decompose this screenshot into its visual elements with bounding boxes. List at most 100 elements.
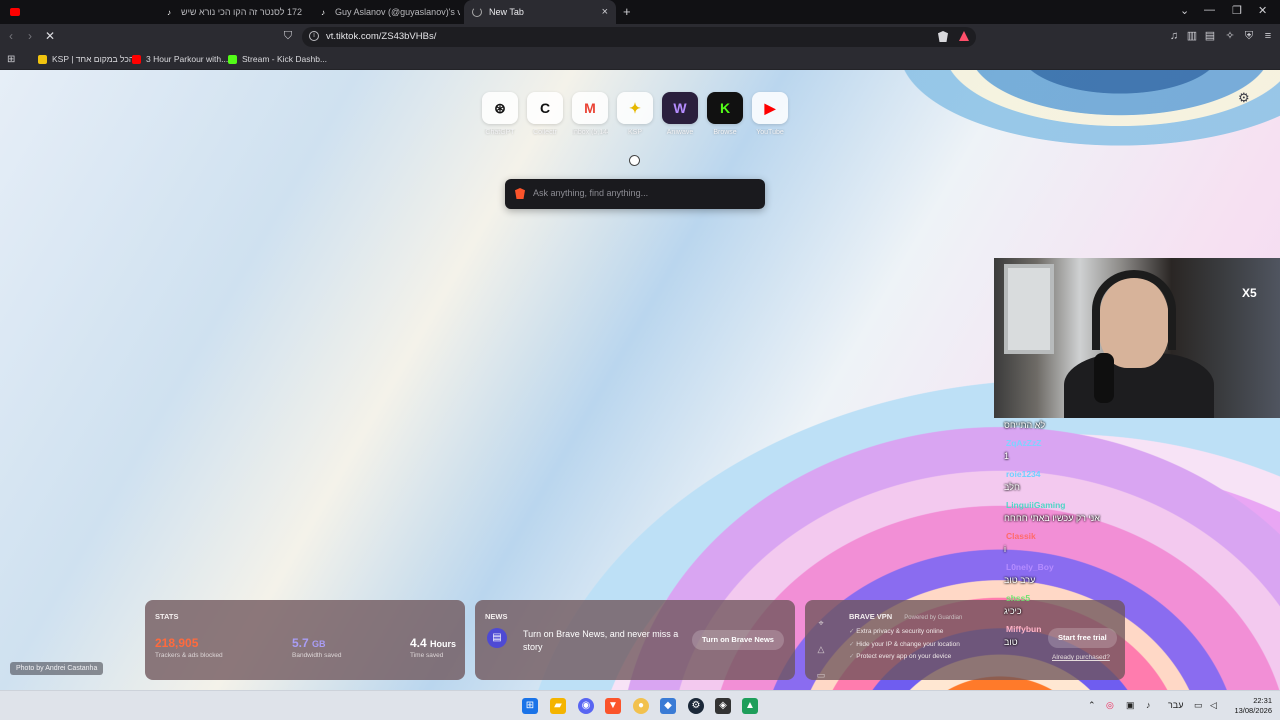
wallet-icon[interactable]: ▤ [1204, 30, 1216, 42]
stat-trackers: 218,905 Trackers & ads blocked [155, 636, 223, 659]
stats-card: STATS 218,905 Trackers & ads blocked 5.7… [145, 600, 465, 680]
news-title: NEWS [485, 612, 508, 621]
youtube-icon [132, 54, 141, 64]
stat-value: 4.4 [410, 636, 427, 650]
stop-loading-icon[interactable]: ✕ [45, 29, 55, 43]
top-site-kick[interactable]: K Browse [707, 92, 743, 136]
bookmark-parkour[interactable]: 3 Hour Parkour with... [132, 54, 228, 64]
clock[interactable]: 22:31 13/08/2026 [1226, 696, 1272, 716]
chat-username: Miffybun [1006, 624, 1042, 634]
tab-new-tab[interactable]: New Tab × [464, 0, 616, 24]
clock-time: 22:31 [1253, 696, 1272, 705]
stat-label: Trackers & ads blocked [155, 652, 223, 659]
bookmark-ksp[interactable]: KSP | הכל במקום אחד [38, 54, 134, 64]
file-explorer-icon[interactable]: ▰ [550, 698, 566, 714]
tiktok-icon: ♪ [321, 7, 325, 17]
forward-icon[interactable]: › [28, 29, 32, 43]
site-info-icon[interactable]: i [309, 31, 319, 41]
bookmark-icon[interactable]: ⛉ [282, 30, 294, 42]
customize-gear-icon[interactable]: ⚙ [1238, 90, 1250, 106]
vpn-icon[interactable]: ⛨ [1243, 30, 1255, 42]
address-bar[interactable]: i vt.tiktok.com/ZS43bVHBs/ [302, 27, 976, 47]
obs-icon[interactable]: ◈ [715, 698, 731, 714]
volume-icon[interactable]: ◁ [1210, 700, 1217, 711]
brave-rewards-icon[interactable] [959, 31, 969, 41]
close-tab-icon[interactable]: × [602, 6, 608, 18]
chrome-icon[interactable]: ● [633, 698, 649, 714]
new-tab-button[interactable]: + [623, 4, 631, 19]
ksp-icon: ✦ [617, 92, 653, 124]
top-site-gmail[interactable]: M Inbox (5,144) [572, 92, 608, 136]
shield-icon: △ [817, 644, 825, 654]
webcam-window [1004, 264, 1054, 354]
ksp-icon [38, 54, 47, 64]
top-site-label: Aniwave [666, 129, 694, 136]
news-promo-text: Turn on Brave News, and never miss a sto… [523, 629, 679, 652]
vpn-features: Extra privacy & security online Hide you… [849, 626, 960, 664]
language-indicator[interactable]: עבר [1168, 700, 1183, 710]
media-icon[interactable]: ♫ [1168, 30, 1180, 42]
vpn-feature: Extra privacy & security online [849, 626, 960, 639]
steam-icon[interactable]: ⚙ [688, 698, 704, 714]
clock-date: 13/08/2026 [1234, 706, 1272, 715]
apps-grid-icon[interactable]: ⊞ [7, 54, 15, 65]
network-icon[interactable]: ▭ [1194, 700, 1203, 711]
search-box[interactable]: Ask anything, find anything... [505, 179, 765, 209]
stat-time: 4.4 Hours Time saved [410, 636, 456, 659]
close-window-icon[interactable]: ✕ [1258, 4, 1267, 17]
mouse-cursor [630, 156, 639, 165]
brave-shields-icon[interactable] [938, 31, 948, 42]
top-site-youtube[interactable]: ▶ YouTube [752, 92, 788, 136]
leo-ai-icon[interactable]: ✧ [1224, 30, 1236, 42]
stat-label: Bandwidth saved [292, 652, 342, 659]
vpn-feature: Hide your IP & change your location [849, 639, 960, 652]
turn-on-news-button[interactable]: Turn on Brave News [692, 630, 784, 650]
stat-unit: GB [312, 639, 326, 649]
youtube-icon: ▶ [752, 92, 788, 124]
chat-username: shss5 [1006, 593, 1031, 603]
maximize-icon[interactable]: ❐ [1232, 4, 1242, 17]
youtube-icon[interactable] [10, 8, 20, 16]
photo-credit[interactable]: Photo by Andrei Castanha [10, 662, 104, 675]
tab-search-icon[interactable]: ⌄ [1180, 4, 1189, 17]
top-site-label: Collectr [533, 129, 557, 136]
top-site-label: KSP [627, 129, 642, 136]
top-site-ksp[interactable]: ✦ KSP [617, 92, 653, 136]
top-site-aniwave[interactable]: W Aniwave [662, 92, 698, 136]
stat-bandwidth: 5.7 GB Bandwidth saved [292, 636, 342, 659]
back-icon[interactable]: ‹ [9, 29, 13, 43]
mic-tray-icon[interactable]: ♪ [1146, 700, 1151, 710]
sidebar-icon[interactable]: ▥ [1186, 30, 1198, 42]
tab-tiktok-2[interactable]: ♪ Guy Aslanov (@guyaslanov)'s videos [314, 0, 460, 24]
tab-label: New Tab [489, 7, 524, 17]
tab-tiktok-1[interactable]: ♪ קו 172 לסנטר זה הקו הכי נורא שיש!! [160, 0, 305, 24]
bookmarks-bar: ⊞ KSP | הכל במקום אחד 3 Hour Parkour wit… [0, 50, 1280, 70]
brave-icon[interactable]: ▼ [605, 698, 621, 714]
kick-icon: K [707, 92, 743, 124]
bookmark-kick[interactable]: Stream - Kick Dashb... [228, 54, 327, 64]
minimize-icon[interactable]: — [1204, 4, 1215, 16]
app-icon[interactable]: ◆ [660, 698, 676, 714]
bookmark-label: Stream - Kick Dashb... [242, 54, 328, 64]
vpn-side-icons: ⌖ △ ▭ [815, 610, 827, 688]
news-card: NEWS ▤ Turn on Brave News, and never mis… [475, 600, 795, 680]
stat-value: 5.7 [292, 636, 309, 650]
discord-icon[interactable]: ◉ [578, 698, 594, 714]
menu-icon[interactable]: ≡ [1262, 30, 1274, 42]
windows-start-icon[interactable]: ⊞ [522, 698, 538, 714]
stream-badge: X5 [1242, 286, 1257, 300]
app-icon[interactable]: ▲ [742, 698, 758, 714]
top-site-collectr[interactable]: C Collectr [527, 92, 563, 136]
brave-logo-icon [515, 188, 525, 199]
location-icon: ⌖ [818, 618, 824, 628]
collectr-icon: C [527, 92, 563, 124]
chat-message: טוב [1004, 637, 1018, 647]
stream-chat: לא התייחס ZqAzZzZ 1 roie1234 חלב Linguii… [998, 418, 1278, 658]
top-site-chatgpt[interactable]: ⊛ ChatGPT [482, 92, 518, 136]
vpn-feature: Protect every app on your device [849, 651, 960, 664]
vpn-title: BRAVE VPN Powered by Guardian [849, 612, 962, 621]
tray-app-icon[interactable]: ◎ [1106, 700, 1114, 711]
tray-app-icon[interactable]: ▣ [1126, 700, 1135, 711]
stat-unit: Hours [430, 639, 457, 649]
tray-chevron-icon[interactable]: ⌃ [1088, 700, 1096, 711]
